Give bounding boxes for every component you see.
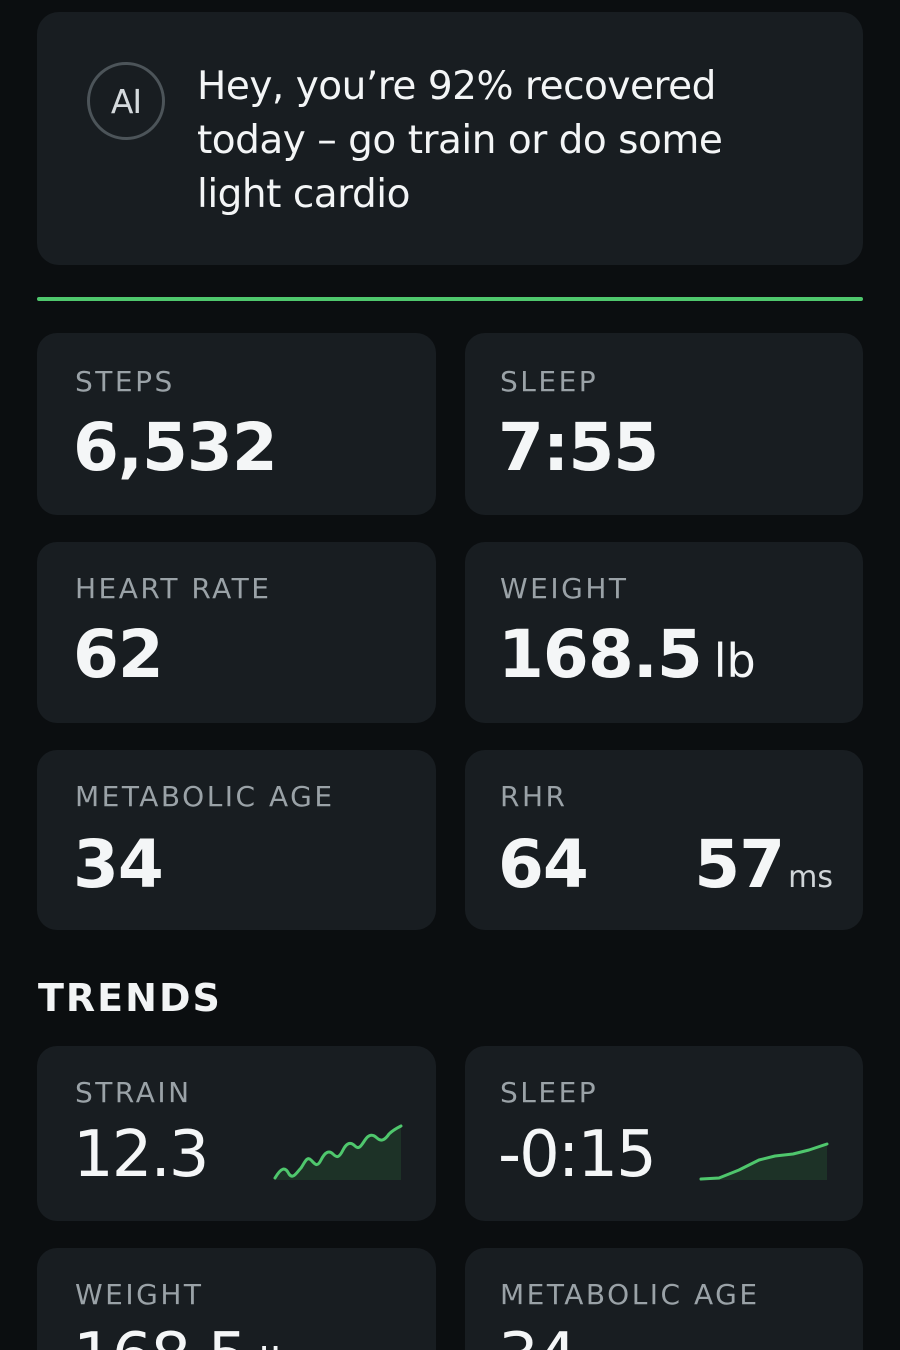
- ai-message: Hey, you’re 92% recovered today – go tra…: [197, 64, 723, 217]
- weight-value: 168.5: [498, 616, 703, 693]
- trends-heading: TRENDS: [38, 976, 222, 1020]
- weight-trend-value-group: 168.5 lb: [73, 1320, 297, 1350]
- heart-rate-card[interactable]: HEART RATE 62: [37, 542, 436, 723]
- metabolic-age-trend-value: 34: [498, 1320, 577, 1350]
- ai-badge-icon: AI: [87, 62, 165, 140]
- steps-label: STEPS: [75, 365, 175, 398]
- sleep-trend-card[interactable]: SLEEP -0:15: [465, 1046, 863, 1221]
- strain-trend-label: STRAIN: [75, 1076, 192, 1109]
- sleep-trend-label: SLEEP: [500, 1076, 599, 1109]
- hrv-value-group: 57 ms: [694, 826, 833, 903]
- hrv-unit: ms: [788, 860, 833, 895]
- weight-label: WEIGHT: [500, 572, 629, 605]
- sleep-trend-value: -0:15: [498, 1118, 657, 1192]
- weight-card[interactable]: WEIGHT 168.5 lb: [465, 542, 863, 723]
- heart-rate-label: HEART RATE: [75, 572, 272, 605]
- strain-trend-card[interactable]: STRAIN 12.3: [37, 1046, 436, 1221]
- ai-recovery-card[interactable]: AI Hey, you’re 92% recovered today – go …: [37, 12, 863, 265]
- weight-trend-unit: lb: [258, 1339, 296, 1350]
- strain-sparkline: [273, 1124, 403, 1180]
- rhr-value: 64: [498, 826, 589, 903]
- metabolic-age-card[interactable]: METABOLIC AGE 34: [37, 750, 436, 930]
- metabolic-age-value: 34: [73, 826, 164, 903]
- weight-trend-value: 168.5: [73, 1320, 248, 1350]
- metabolic-age-trend-card[interactable]: METABOLIC AGE 34: [465, 1248, 863, 1350]
- strain-sparkline-area: [275, 1126, 401, 1180]
- recovery-progress-bar: [37, 297, 863, 301]
- steps-value: 6,532: [73, 409, 278, 486]
- sleep-sparkline: [699, 1142, 829, 1181]
- strain-trend-value: 12.3: [73, 1118, 209, 1192]
- weight-trend-card[interactable]: WEIGHT 168.5 lb: [37, 1248, 436, 1350]
- weight-trend-label: WEIGHT: [75, 1278, 204, 1311]
- weight-value-group: 168.5 lb: [498, 616, 756, 693]
- heart-rate-value: 62: [73, 616, 164, 693]
- dashboard-screen: AI Hey, you’re 92% recovered today – go …: [0, 0, 900, 1350]
- sleep-card[interactable]: SLEEP 7:55: [465, 333, 863, 515]
- metabolic-age-trend-label: METABOLIC AGE: [500, 1278, 760, 1311]
- rhr-card[interactable]: RHR 64 57 ms: [465, 750, 863, 930]
- hrv-value: 57: [694, 826, 785, 903]
- steps-card[interactable]: STEPS 6,532: [37, 333, 436, 515]
- weight-unit: lb: [713, 634, 756, 688]
- metabolic-age-label: METABOLIC AGE: [75, 780, 335, 813]
- rhr-label: RHR: [500, 780, 568, 813]
- sleep-label: SLEEP: [500, 365, 599, 398]
- sleep-value: 7:55: [498, 409, 659, 486]
